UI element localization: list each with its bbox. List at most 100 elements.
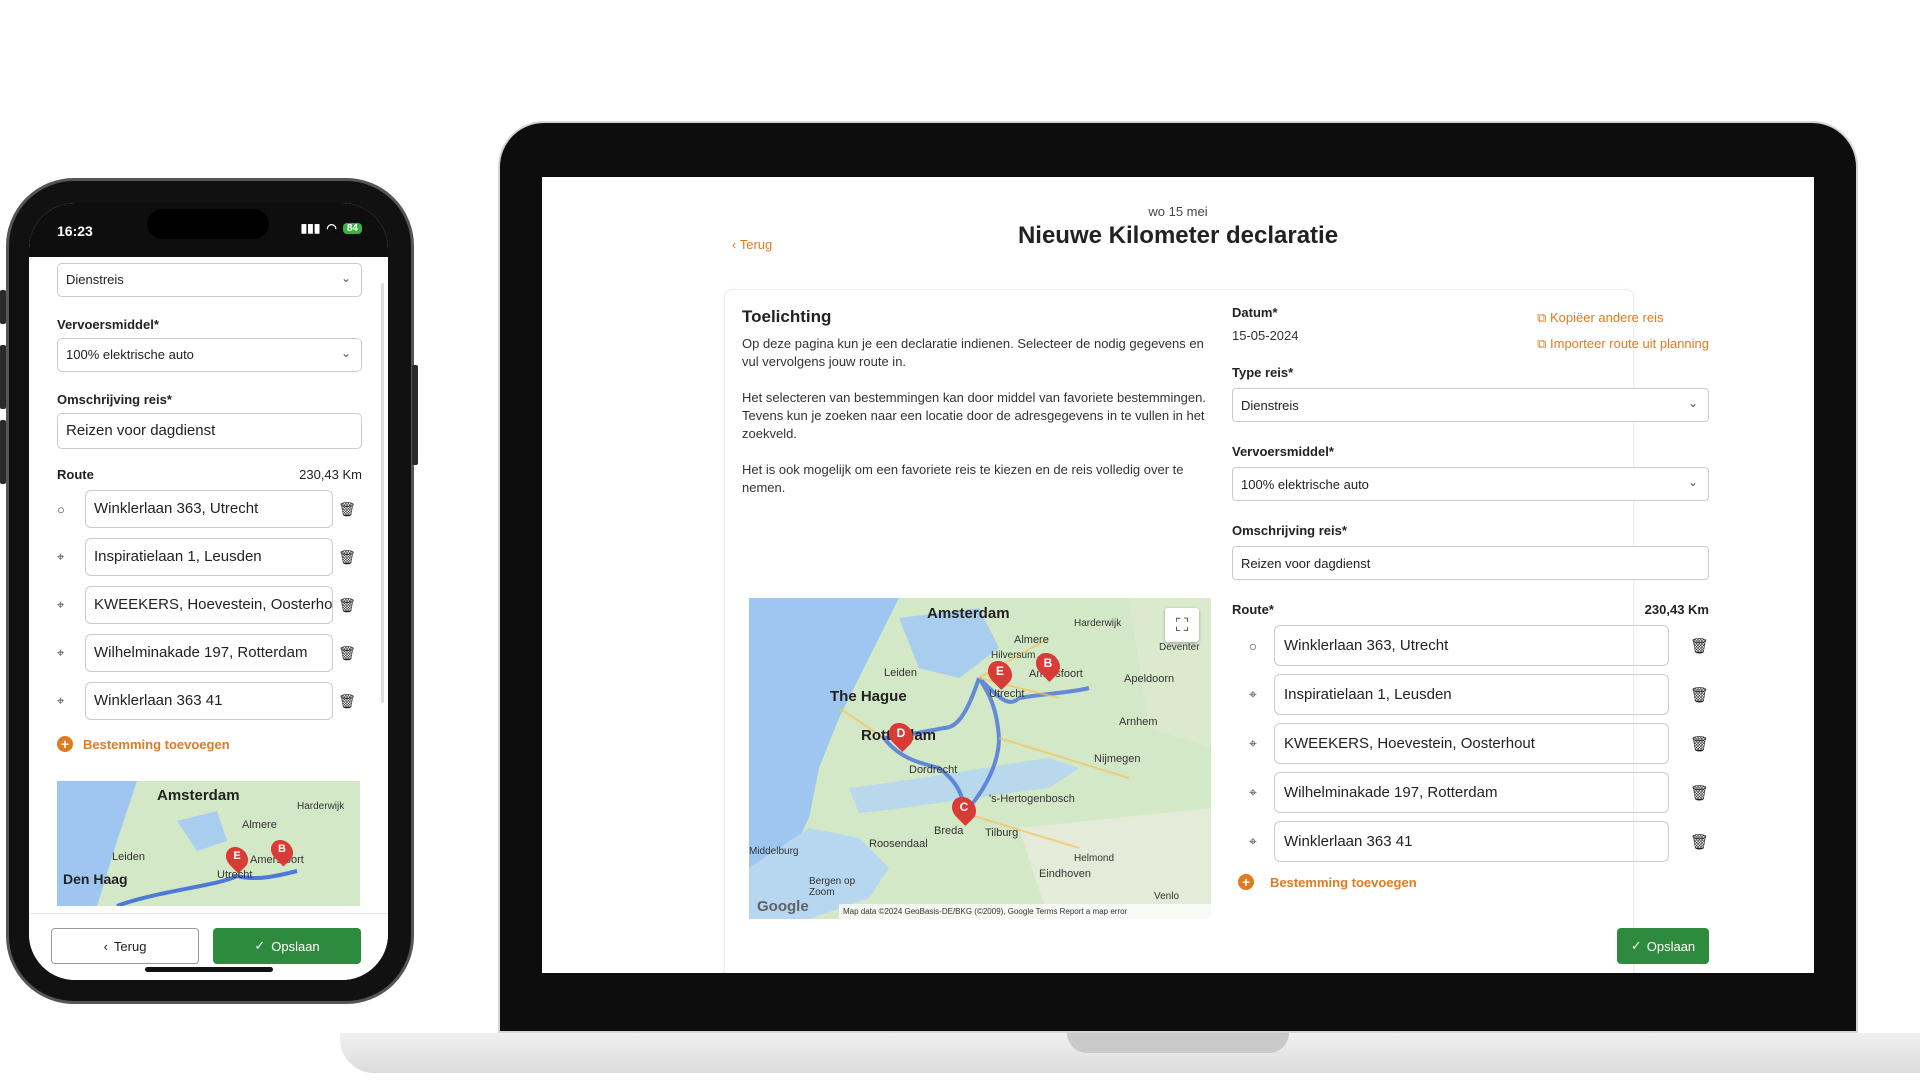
vervoer-select[interactable]: 100% elektrische auto ⌄ [57, 338, 362, 372]
map-city-label: Harderwijk [297, 801, 345, 812]
back-button[interactable]: ‹ Terug [51, 928, 199, 964]
trash-icon[interactable]: 🗑 [333, 501, 361, 518]
trash-icon[interactable]: 🗑 [333, 693, 361, 710]
route-stop-input[interactable]: KWEEKERS, Hoevestein, Oosterhout [85, 586, 333, 624]
omschrijving-label: Omschrijving reis* [57, 392, 172, 407]
map-city-label: The Hague [830, 688, 907, 705]
route-distance: 230,43 Km [1644, 602, 1709, 617]
route-stop-input[interactable]: Inspiratielaan 1, Leusden [1274, 674, 1669, 715]
type-reis-select[interactable]: Dienstreis ⌄ [57, 263, 362, 297]
add-destination-button[interactable]: + Bestemming toevoegen [57, 736, 362, 752]
trash-icon[interactable]: 🗑 [333, 549, 361, 566]
save-label: Opslaan [271, 938, 320, 954]
trash-icon[interactable]: 🗑 [1669, 637, 1709, 655]
map-city-label: Dordrecht [909, 764, 958, 776]
save-button[interactable]: ✓ Opslaan [213, 928, 361, 964]
status-icons: ▮▮▮ ◠ 84 [301, 221, 362, 235]
add-destination-label: Bestemming toevoegen [1270, 874, 1417, 890]
trash-icon[interactable]: 🗑 [1669, 833, 1709, 851]
route-stop-input[interactable]: Winklerlaan 363 41 [1274, 821, 1669, 862]
page-date: wo 15 mei [1148, 204, 1208, 219]
origin-circle-icon: ○ [57, 501, 65, 517]
route-label: Route* [1232, 602, 1274, 617]
phone-form: Dienstreis ⌄ Vervoersmiddel* 100% elektri… [57, 263, 362, 752]
copy-trip-label: Kopiëer andere reis [1550, 310, 1664, 325]
map-city-label: Deventer [1159, 642, 1200, 653]
map-pin-icon: ⌖ [1249, 735, 1257, 751]
form-links: ⧉ Kopiëer andere reis ⧉ Importeer route … [1537, 305, 1709, 357]
vervoer-label: Vervoersmiddel* [57, 317, 159, 332]
route-stop-row: ○ Winklerlaan 363, Utrecht 🗑 [1232, 625, 1709, 666]
route-stop-input[interactable]: Wilhelminakade 197, Rotterdam [1274, 772, 1669, 813]
map-pin-icon: ⌖ [1249, 784, 1257, 800]
type-reis-label: Type reis* [1232, 365, 1294, 380]
trash-icon[interactable]: 🗑 [1669, 784, 1709, 802]
copy-trip-link[interactable]: ⧉ Kopiëer andere reis [1537, 305, 1709, 331]
trash-icon[interactable]: 🗑 [1669, 686, 1709, 704]
map-city-label: Tilburg [985, 827, 1019, 839]
map-city-label: Almere [1014, 634, 1049, 646]
add-destination-button[interactable]: + Bestemming toevoegen [1232, 874, 1709, 890]
plus-circle-icon: + [57, 736, 73, 752]
save-label: Opslaan [1646, 938, 1696, 954]
back-link[interactable]: ‹ Terug [732, 237, 772, 252]
map-city-label: Almere [242, 819, 277, 831]
type-reis-value: Dienstreis [1241, 398, 1299, 413]
copy-icon: ⧉ [1537, 310, 1547, 325]
trash-icon[interactable]: 🗑 [333, 645, 361, 662]
route-stop-input[interactable]: Winklerlaan 363 41 [85, 682, 333, 720]
route-stop-input[interactable]: KWEEKERS, Hoevestein, Oosterhout [1274, 723, 1669, 764]
phone-side-button [0, 290, 6, 324]
map-city-label: Leiden [884, 667, 918, 679]
map-city-label: 's-Hertogenbosch [989, 793, 1075, 805]
laptop-screen: wo 15 mei Nieuwe Kilometer declaratie ‹ … [542, 177, 1814, 973]
wifi-icon: ◠ [326, 221, 337, 235]
route-stop-row: ⌖ Winklerlaan 363 41 🗑 [1232, 821, 1709, 862]
map-marker-label: E [233, 850, 241, 862]
add-destination-label: Bestemming toevoegen [83, 736, 230, 752]
map-pin-icon: ⌖ [57, 549, 65, 564]
scrollbar[interactable] [381, 283, 384, 703]
map-marker-label: D [896, 726, 906, 740]
save-button[interactable]: ✓ Opslaan [1617, 928, 1709, 964]
omschrijving-value: Reizen voor dagdienst [66, 422, 216, 439]
vervoer-value: 100% elektrische auto [1241, 477, 1369, 492]
route-stop-input[interactable]: Winklerlaan 363, Utrecht [85, 490, 333, 528]
route-stop-row: ⌖ Inspiratielaan 1, Leusden 🗑 [1232, 674, 1709, 715]
import-route-link[interactable]: ⧉ Importeer route uit planning [1537, 331, 1709, 357]
map-city-label: Den Haag [63, 871, 128, 887]
trash-icon[interactable]: 🗑 [333, 597, 361, 614]
map-marker-label: B [1043, 656, 1053, 670]
route-stop-input[interactable]: Wilhelminakade 197, Rotterdam [85, 634, 333, 672]
type-reis-select[interactable]: Dienstreis ⌄ [1232, 388, 1709, 422]
vervoer-select[interactable]: 100% elektrische auto ⌄ [1232, 467, 1709, 501]
form-column: ⧉ Kopiëer andere reis ⧉ Importeer route … [1232, 305, 1709, 890]
phone-side-button [412, 365, 418, 465]
route-stop-input[interactable]: Inspiratielaan 1, Leusden [85, 538, 333, 576]
route-map[interactable]: Amsterdam Almere Harderwijk Hilversum Le… [749, 598, 1211, 919]
toelichting-paragraph: Het is ook mogelijk om een favoriete rei… [742, 462, 1184, 495]
check-icon: ✓ [1630, 938, 1642, 953]
map-city-label: Leiden [112, 851, 146, 863]
omschrijving-input[interactable]: Reizen voor dagdienst [1232, 546, 1709, 580]
map-city-label: Nijmegen [1094, 753, 1141, 765]
map-marker-label: C [959, 800, 969, 814]
chevron-down-icon: ⌄ [1687, 475, 1698, 489]
map-city-label: Middelburg [749, 846, 799, 857]
status-time: 16:23 [57, 223, 93, 239]
route-label: Route [57, 467, 94, 482]
toelichting-paragraph: Op deze pagina kun je een declaratie ind… [742, 336, 1204, 369]
map-city-label: Arnhem [1119, 716, 1158, 728]
back-label: Terug [739, 237, 773, 252]
chevron-down-icon: ⌄ [1687, 396, 1698, 410]
trash-icon[interactable]: 🗑 [1669, 735, 1709, 753]
map-city-label: Roosendaal [869, 838, 928, 850]
route-map[interactable]: Amsterdam Almere Harderwijk Leiden Den H… [57, 781, 360, 906]
map-pin-icon: ⌖ [57, 693, 65, 708]
map-canvas[interactable] [749, 598, 1211, 919]
map-city-label: Eindhoven [1039, 868, 1091, 880]
status-bar: 16:23 ▮▮▮ ◠ 84 [29, 203, 388, 257]
fullscreen-icon[interactable]: ⛶ [1165, 608, 1199, 642]
route-stop-input[interactable]: Winklerlaan 363, Utrecht [1274, 625, 1669, 666]
omschrijving-input[interactable]: Reizen voor dagdienst [57, 413, 362, 449]
